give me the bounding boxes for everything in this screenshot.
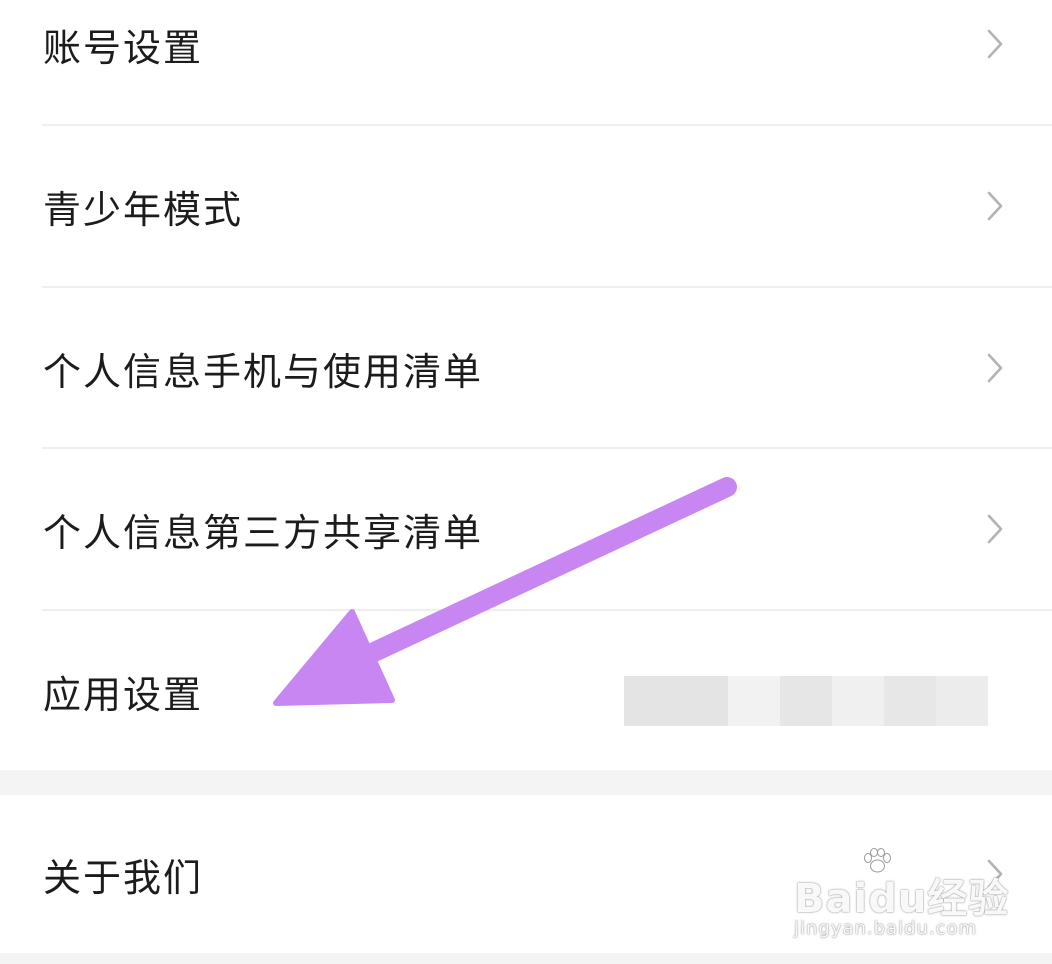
chevron-right-icon — [987, 29, 1003, 59]
settings-item-label: 个人信息第三方共享清单 — [43, 510, 484, 555]
blurred-region — [624, 676, 988, 726]
settings-screen: 账号设置 青少年模式 个人信息手机与使用清单 个人信息第三方共享清单 应用设置 … — [0, 0, 1052, 964]
settings-item-label: 个人信息手机与使用清单 — [43, 349, 484, 394]
settings-item-teen-mode[interactable]: 青少年模式 — [0, 126, 1052, 286]
settings-item-account[interactable]: 账号设置 — [0, 0, 1052, 88]
baidu-watermark: Baidu经验 jingyan.baidu.com — [794, 848, 1008, 948]
chevron-right-icon — [987, 191, 1003, 221]
watermark-url: jingyan.baidu.com — [794, 918, 978, 939]
about-us-label: 关于我们 — [43, 855, 204, 900]
watermark-brand: Baidu经验 — [794, 876, 1010, 922]
chevron-right-icon — [987, 353, 1003, 383]
settings-item-label: 账号设置 — [43, 25, 204, 70]
settings-item-label: 青少年模式 — [43, 187, 244, 232]
settings-item-label: 应用设置 — [43, 672, 204, 717]
settings-group: 账号设置 青少年模式 个人信息手机与使用清单 个人信息第三方共享清单 应用设置 — [0, 0, 1052, 770]
chevron-right-icon — [987, 514, 1003, 544]
settings-item-third-party-sharing[interactable]: 个人信息第三方共享清单 — [0, 449, 1052, 609]
settings-item-personal-info-collection[interactable]: 个人信息手机与使用清单 — [0, 288, 1052, 448]
